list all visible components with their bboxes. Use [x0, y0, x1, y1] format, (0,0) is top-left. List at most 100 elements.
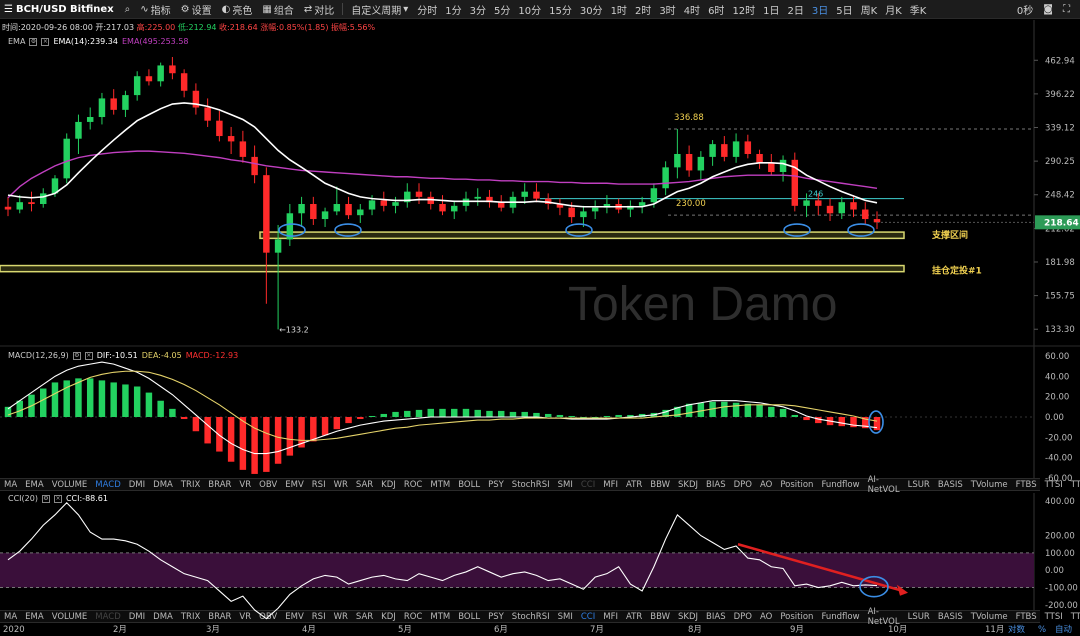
macd-bar [803, 417, 810, 421]
candle-body [838, 202, 845, 214]
dca-zone [0, 264, 905, 273]
macd-bar [732, 402, 740, 417]
candle-body [98, 98, 106, 118]
price-tick-label: 248.42 [1045, 191, 1075, 201]
macd-tick-label: 20.00 [1045, 393, 1069, 403]
macd-bar [603, 415, 611, 417]
candle-body [380, 200, 388, 206]
macd-bar [451, 408, 458, 417]
watermark: Token Damo [568, 278, 837, 331]
dca-zone-label: 挂仓定投#1 [932, 265, 982, 277]
month-label: 6月 [494, 625, 508, 635]
price-tick-label: 290.25 [1045, 157, 1075, 167]
macd-bar [169, 408, 176, 417]
macd-bar [357, 417, 364, 420]
macd-tick-label: 60.00 [1045, 352, 1069, 362]
candle-body [415, 191, 423, 197]
level-246-label: 246 [808, 190, 823, 199]
macd-bar [274, 417, 282, 464]
macd-bar [192, 417, 200, 432]
candle-body [756, 153, 763, 163]
candle-body [580, 211, 587, 218]
macd-bar [415, 409, 423, 417]
macd-bar [216, 417, 223, 452]
macd-bar [439, 408, 446, 417]
price-tick-label: 396.22 [1045, 90, 1075, 100]
cci-tick-label: 400.00 [1045, 497, 1075, 507]
macd-bar [204, 417, 211, 444]
candle-body [815, 200, 822, 206]
macd-bar [133, 386, 141, 417]
candle-body [227, 136, 235, 142]
candle-body [40, 193, 47, 205]
macd-bar [345, 417, 352, 424]
candle-body [310, 204, 317, 220]
macd-bar [145, 392, 153, 417]
macd-bar [51, 382, 59, 417]
candle-body [345, 204, 352, 216]
candle-body [357, 209, 364, 216]
macd-bar [615, 414, 622, 417]
macd-bar [321, 417, 329, 436]
cci-band [0, 552, 1034, 588]
candle-body [86, 117, 94, 122]
support-zone-label: 支撑区间 [931, 229, 968, 241]
candle-body [157, 65, 164, 82]
candle-body [650, 188, 658, 203]
candle-body [697, 156, 705, 171]
macd-bar [98, 380, 106, 417]
candle-body [28, 202, 35, 205]
candle-body [368, 200, 376, 210]
macd-bar [568, 415, 575, 417]
candle-body [439, 204, 446, 212]
macd-bar [180, 417, 188, 420]
price-tick-label: 339.12 [1045, 124, 1075, 134]
macd-bar [838, 417, 845, 427]
macd-bar [509, 411, 517, 417]
candle-body [204, 107, 211, 121]
macd-bar [122, 384, 129, 417]
macd-tick-label: -60.00 [1045, 474, 1072, 484]
macd-tick-label: -20.00 [1045, 433, 1072, 443]
price-tick-label: 133.30 [1045, 325, 1075, 335]
candle-body [263, 175, 270, 253]
macd-bar [756, 404, 763, 417]
macd-bar [697, 402, 705, 417]
macd-tick-label: 40.00 [1045, 372, 1069, 382]
macd-bar [16, 400, 23, 417]
candle-body [662, 167, 669, 189]
macd-bar [63, 380, 70, 417]
candle-body [674, 153, 681, 168]
macd-bar [380, 413, 388, 417]
month-label: 3月 [206, 625, 220, 635]
candle-body [803, 200, 810, 206]
candle-body [462, 198, 470, 206]
macd-bar [768, 406, 775, 417]
macd-bar [368, 415, 376, 417]
month-label: 11月 [985, 625, 1004, 635]
candle-body [180, 73, 188, 91]
candle-body [122, 95, 129, 110]
macd-bar [86, 378, 94, 417]
candle-body [145, 76, 153, 82]
month-label: 2月 [113, 625, 127, 635]
candle-body [110, 98, 117, 110]
candle-body [638, 202, 646, 206]
candle-body [568, 207, 575, 218]
macd-bar [157, 400, 164, 417]
candle-body [4, 206, 12, 210]
candle-body [685, 153, 693, 171]
level-230-label: 230.00 [676, 199, 706, 209]
candle-body [239, 141, 247, 157]
month-label: 10月 [888, 625, 907, 635]
log-toggle: 对数 [1008, 624, 1026, 635]
candle-body [16, 202, 23, 210]
candle-body [216, 120, 223, 137]
candle-body [321, 211, 329, 220]
price-tick-label: 462.94 [1045, 56, 1075, 66]
candle-body [251, 156, 258, 176]
macd-bar [227, 417, 235, 462]
last-price-label: 218.64 [1044, 218, 1079, 228]
macd-bar [75, 378, 82, 417]
macd-bar [404, 410, 411, 417]
